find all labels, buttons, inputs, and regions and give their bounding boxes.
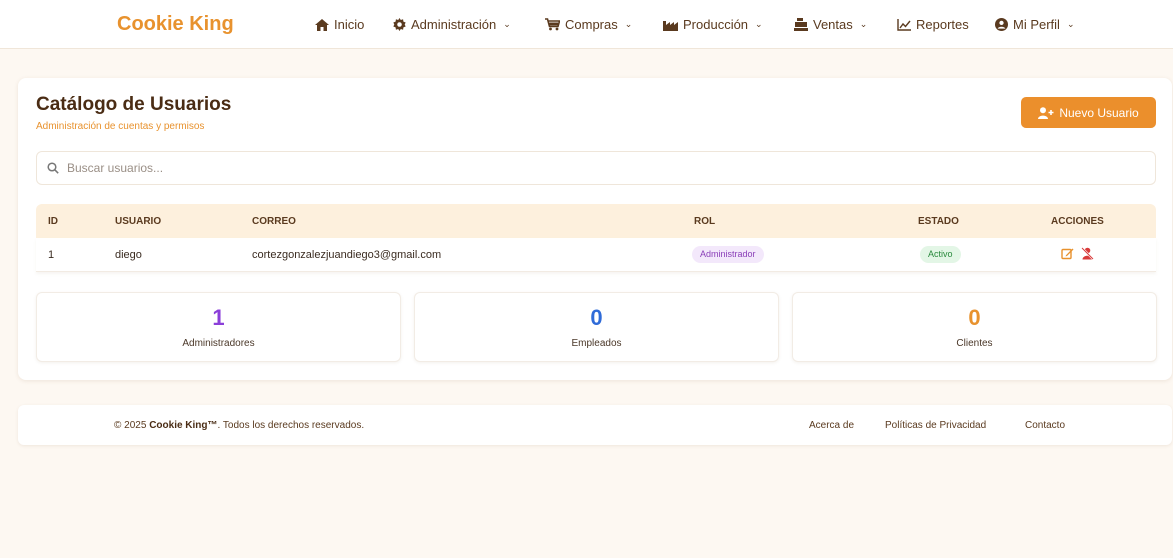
chevron-down-icon: ⌄ bbox=[755, 19, 763, 29]
chart-line-icon bbox=[897, 18, 911, 31]
chevron-down-icon: ⌄ bbox=[503, 19, 511, 29]
chevron-down-icon: ⌄ bbox=[1066, 19, 1075, 29]
nav-label: Reportes bbox=[916, 17, 969, 32]
stat-label: Administradores bbox=[182, 338, 255, 349]
search-icon bbox=[47, 162, 59, 174]
nav-label: Producción bbox=[683, 17, 749, 32]
table-row: 1 diego cortezgonzalezjuandiego3@gmail.c… bbox=[36, 238, 1156, 272]
page-footer: © 2025 Cookie King™. Todos los derechos … bbox=[18, 405, 1172, 445]
stat-label: Empleados bbox=[571, 338, 622, 349]
nav-label: Ventas bbox=[813, 17, 853, 32]
stat-card-empleados: 0 Empleados bbox=[414, 292, 779, 362]
nav-item-reportes[interactable]: Reportes bbox=[897, 17, 969, 32]
home-icon bbox=[315, 18, 329, 31]
stat-card-clientes: 0 Clientes bbox=[792, 292, 1157, 362]
footer-link-privacidad[interactable]: Políticas de Privacidad bbox=[885, 420, 986, 431]
status-badge: Activo bbox=[920, 246, 961, 263]
footer-link-contacto[interactable]: Contacto bbox=[1025, 420, 1065, 431]
stat-label: Clientes bbox=[956, 338, 993, 349]
page-title: Catálogo de Usuarios bbox=[36, 94, 232, 115]
chevron-down-icon: ⌄ bbox=[859, 19, 868, 29]
top-navbar: Cookie King Inicio Administración ⌄ Comp… bbox=[0, 0, 1173, 49]
nav-label: Inicio bbox=[334, 17, 365, 32]
footer-link-acerca[interactable]: Acerca de bbox=[809, 420, 854, 431]
col-header-usuario: USUARIO bbox=[115, 216, 162, 227]
nav-item-ventas[interactable]: Ventas ⌄ bbox=[794, 17, 867, 32]
cell-id: 1 bbox=[48, 249, 55, 261]
footer-brand: Cookie King™ bbox=[149, 420, 218, 431]
user-circle-icon bbox=[995, 18, 1008, 31]
stat-card-administradores: 1 Administradores bbox=[36, 292, 401, 362]
nav-item-inicio[interactable]: Inicio bbox=[315, 17, 364, 32]
copyright-text: © 2025 Cookie King™. Todos los derechos … bbox=[114, 420, 365, 431]
stat-value: 1 bbox=[212, 305, 225, 330]
user-plus-icon bbox=[1038, 106, 1054, 119]
col-header-id: ID bbox=[48, 216, 58, 227]
nav-item-produccion[interactable]: Producción ⌄ bbox=[663, 17, 763, 32]
search-box[interactable] bbox=[36, 151, 1156, 185]
stat-value: 0 bbox=[968, 305, 981, 330]
page-subtitle: Administración de cuentas y permisos bbox=[36, 121, 205, 132]
nav-item-compras[interactable]: Compras ⌄ bbox=[545, 17, 632, 32]
nav-label: Mi Perfil bbox=[1013, 17, 1060, 32]
brand-logo[interactable]: Cookie King bbox=[117, 13, 234, 36]
nav-label: Compras bbox=[565, 17, 618, 32]
user-deactivate-icon[interactable] bbox=[1081, 247, 1094, 265]
col-header-rol: ROL bbox=[694, 216, 716, 227]
factory-icon bbox=[663, 20, 678, 31]
search-input[interactable] bbox=[67, 161, 667, 175]
nav-item-administracion[interactable]: Administración ⌄ bbox=[393, 17, 511, 32]
nav-label: Administración bbox=[411, 17, 497, 32]
col-header-acciones: ACCIONES bbox=[1051, 216, 1104, 227]
new-user-button[interactable]: Nuevo Usuario bbox=[1021, 97, 1156, 128]
col-header-estado: ESTADO bbox=[918, 216, 959, 227]
table-header: ID USUARIO CORREO ROL ESTADO ACCIONES bbox=[36, 204, 1156, 238]
nav-item-mi-perfil[interactable]: Mi Perfil ⌄ bbox=[995, 17, 1075, 32]
users-catalog-card: Catálogo de Usuarios Administración de c… bbox=[18, 78, 1172, 380]
col-header-correo: CORREO bbox=[252, 216, 296, 227]
chevron-down-icon: ⌄ bbox=[624, 19, 633, 29]
cash-register-icon bbox=[794, 18, 808, 31]
role-badge: Administrador bbox=[692, 246, 764, 263]
gear-icon bbox=[393, 18, 406, 31]
cell-usuario: diego bbox=[115, 249, 142, 261]
cell-correo: cortezgonzalezjuandiego3@gmail.com bbox=[252, 249, 442, 261]
new-user-label: Nuevo Usuario bbox=[1059, 105, 1139, 120]
cart-icon bbox=[545, 18, 560, 31]
stat-value: 0 bbox=[590, 305, 603, 330]
edit-icon[interactable] bbox=[1061, 247, 1074, 265]
